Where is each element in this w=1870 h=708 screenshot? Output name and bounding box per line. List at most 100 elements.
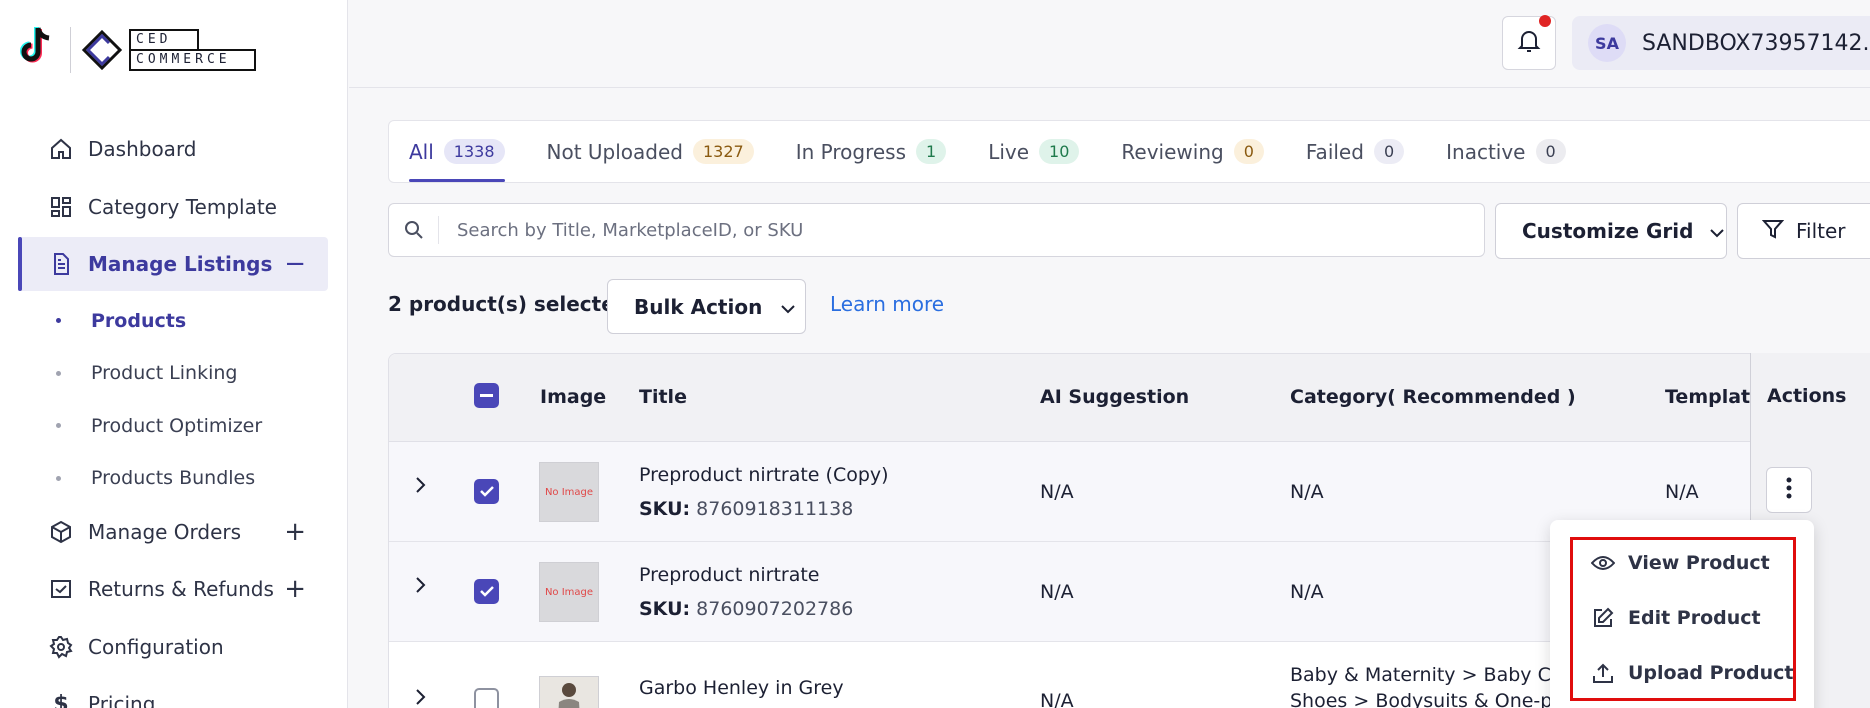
sidebar-subitem-label: Products xyxy=(91,309,187,332)
sidebar-item-label: Category Template xyxy=(88,194,277,219)
tab-count-badge: 0 xyxy=(1535,139,1566,164)
row-checkbox[interactable] xyxy=(474,579,499,604)
tab-label: Inactive xyxy=(1446,139,1526,164)
category-value-line1: Baby & Maternity > Baby Clo xyxy=(1290,664,1568,686)
sidebar-subitem-products-bundles[interactable]: Products Bundles xyxy=(18,452,328,505)
cedcommerce-wordmark: CED COMMERCE xyxy=(129,28,256,71)
filter-button[interactable]: Filter xyxy=(1737,203,1870,259)
sidebar-item-manage-orders[interactable]: Manage Orders + xyxy=(18,505,328,559)
product-title[interactable]: Preproduct nirtrate (Copy) xyxy=(639,464,889,486)
tab-count-badge: 0 xyxy=(1233,139,1264,164)
sidebar-subitem-product-linking[interactable]: Product Linking xyxy=(18,347,328,400)
collapse-icon[interactable]: − xyxy=(284,249,306,279)
avatar: SA xyxy=(1588,24,1626,62)
return-icon xyxy=(48,576,74,602)
sidebar-subitem-product-optimizer[interactable]: Product Optimizer xyxy=(18,400,328,453)
bullet-icon xyxy=(56,370,61,376)
user-menu[interactable]: SA SANDBOX73957142... xyxy=(1572,16,1870,70)
product-sku: SKU: 8760918311138 xyxy=(639,498,853,520)
tab-not-uploaded[interactable]: Not Uploaded 1327 xyxy=(547,121,754,182)
home-icon xyxy=(48,136,74,162)
gear-icon xyxy=(48,634,74,660)
grid-icon xyxy=(48,194,74,220)
more-vertical-icon xyxy=(1786,477,1792,503)
product-thumbnail: No Image xyxy=(539,562,599,622)
sidebar-item-dashboard[interactable]: Dashboard xyxy=(18,122,328,176)
menu-item-label: View Product xyxy=(1628,552,1770,574)
chevron-right-icon[interactable] xyxy=(415,475,427,500)
sidebar-item-configuration[interactable]: Configuration xyxy=(18,620,328,674)
expand-icon[interactable]: + xyxy=(284,574,306,604)
sidebar-nav: Dashboard Category Template Manage Listi… xyxy=(18,122,328,708)
tab-label: Live xyxy=(988,139,1030,164)
box-icon xyxy=(48,519,74,545)
sidebar-item-returns-refunds[interactable]: Returns & Refunds + xyxy=(18,562,328,616)
bulk-action-label: Bulk Action xyxy=(634,294,763,319)
chevron-right-icon[interactable] xyxy=(415,575,427,600)
menu-item-edit-product[interactable]: Edit Product xyxy=(1590,605,1761,631)
sidebar-subitem-products[interactable]: Products xyxy=(18,295,328,348)
product-thumbnail: No Image xyxy=(539,462,599,522)
sidebar-item-label: Dashboard xyxy=(88,137,197,161)
wordmark-line1: CED xyxy=(129,28,199,49)
tab-failed[interactable]: Failed 0 xyxy=(1305,121,1405,182)
chevron-right-icon[interactable] xyxy=(415,687,427,708)
column-header-category[interactable]: Category( Recommended ) xyxy=(1290,386,1576,408)
row-actions-button[interactable] xyxy=(1766,467,1812,513)
status-tabs: All 1338 Not Uploaded 1327 In Progress 1… xyxy=(388,120,1870,183)
category-value: N/A xyxy=(1290,581,1324,603)
tab-in-progress[interactable]: In Progress 1 xyxy=(795,121,947,182)
row-checkbox[interactable] xyxy=(474,479,499,504)
product-sku: SKU: 8760907202786 xyxy=(639,598,853,620)
product-thumbnail xyxy=(539,676,599,708)
sidebar-subitem-label: Product Optimizer xyxy=(91,414,263,437)
bullet-icon xyxy=(56,423,61,429)
product-title[interactable]: Garbo Henley in Grey xyxy=(639,677,844,699)
brand-logo[interactable]: CED COMMERCE xyxy=(18,26,256,73)
template-value: N/A xyxy=(1665,481,1699,503)
select-all-checkbox[interactable] xyxy=(474,383,499,408)
menu-item-view-product[interactable]: View Product xyxy=(1590,550,1770,576)
search-icon xyxy=(389,216,439,244)
sidebar-subitem-label: Product Linking xyxy=(91,362,238,385)
tab-label: Reviewing xyxy=(1121,139,1224,164)
sidebar-item-manage-listings[interactable]: Manage Listings − xyxy=(18,237,328,291)
bell-icon xyxy=(1517,28,1541,58)
tab-label: Failed xyxy=(1305,139,1364,164)
sidebar-item-label: Manage Listings xyxy=(88,252,273,276)
selection-count: 2 product(s) selected xyxy=(388,292,630,316)
column-header-template[interactable]: Template xyxy=(1665,386,1763,408)
tab-label: Not Uploaded xyxy=(546,139,683,164)
expand-icon[interactable]: + xyxy=(284,517,306,547)
filter-label: Filter xyxy=(1796,219,1846,243)
ai-suggestion-value: N/A xyxy=(1040,581,1074,603)
column-header-image: Image xyxy=(540,386,607,408)
column-header-actions: Actions xyxy=(1767,385,1847,407)
tab-reviewing[interactable]: Reviewing 0 xyxy=(1121,121,1264,182)
tiktok-logo-icon xyxy=(18,26,58,73)
product-title[interactable]: Preproduct nirtrate xyxy=(639,564,820,586)
category-value-line2: Shoes > Bodysuits & One-pie xyxy=(1290,690,1570,708)
search-bar xyxy=(388,203,1485,257)
upload-icon xyxy=(1590,660,1616,686)
notifications-button[interactable] xyxy=(1502,15,1556,70)
tab-inactive[interactable]: Inactive 0 xyxy=(1446,121,1566,182)
search-input[interactable] xyxy=(439,219,1339,241)
tab-label: In Progress xyxy=(795,139,907,164)
sidebar-item-category-template[interactable]: Category Template xyxy=(18,180,328,234)
edit-icon xyxy=(1590,605,1616,631)
learn-more-link[interactable]: Learn more xyxy=(830,292,944,316)
row-checkbox[interactable] xyxy=(474,688,499,708)
bulk-action-button[interactable]: Bulk Action xyxy=(607,279,806,334)
tab-all[interactable]: All 1338 xyxy=(409,121,505,182)
column-header-title[interactable]: Title xyxy=(639,386,687,408)
sidebar-item-pricing[interactable]: $ Pricing xyxy=(18,677,328,708)
tab-count-badge: 1338 xyxy=(443,139,505,164)
menu-item-upload-product[interactable]: Upload Product xyxy=(1590,660,1793,686)
filter-icon xyxy=(1761,218,1785,245)
customize-grid-button[interactable]: Customize Grid xyxy=(1495,203,1727,259)
sidebar-item-label: Configuration xyxy=(88,634,224,659)
column-header-ai-suggestion[interactable]: AI Suggestion xyxy=(1040,386,1189,408)
tab-live[interactable]: Live 10 xyxy=(988,121,1080,182)
tab-count-badge: 1327 xyxy=(693,139,754,164)
